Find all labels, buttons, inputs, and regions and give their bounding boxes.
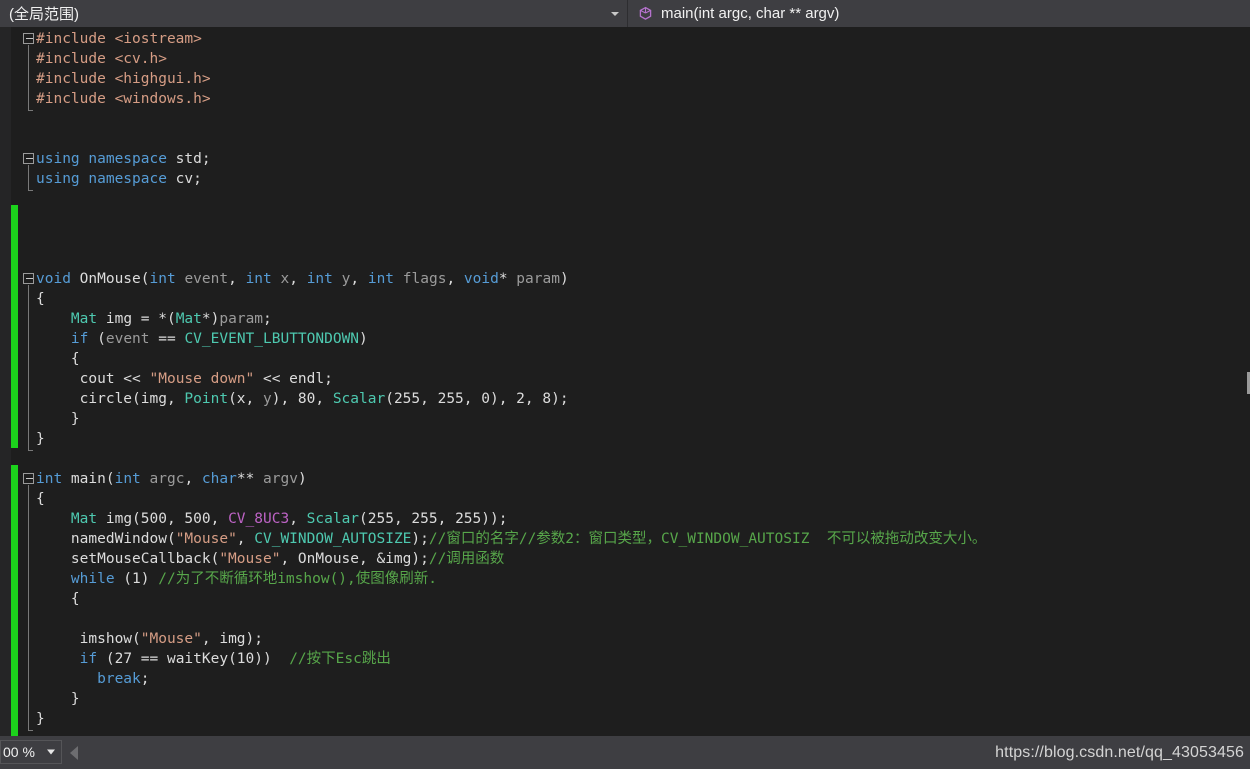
code-line[interactable] xyxy=(0,449,1250,469)
code-line[interactable]: if (27 == waitKey(10)) //按下Esc跳出 xyxy=(0,649,1250,669)
code-line-text: Mat img(500, 500, CV_8UC3, Scalar(255, 2… xyxy=(70,511,508,527)
code-line[interactable]: void OnMouse(int event, int x, int y, in… xyxy=(0,269,1250,289)
code-line[interactable]: namedWindow("Mouse", CV_WINDOW_AUTOSIZE)… xyxy=(0,529,1250,549)
code-line[interactable] xyxy=(0,249,1250,269)
code-line[interactable]: if (event == CV_EVENT_LBUTTONDOWN) xyxy=(0,329,1250,349)
code-line[interactable]: } xyxy=(0,709,1250,729)
code-line-text: } xyxy=(36,431,45,447)
code-line-text: } xyxy=(36,411,80,427)
scroll-left-arrow-icon[interactable] xyxy=(70,745,78,760)
code-line-text: break; xyxy=(97,671,150,687)
code-line-text: while (1) //为了不断循环地imshow(),使图像刷新. xyxy=(70,571,437,587)
method-member-icon xyxy=(638,6,653,21)
code-line-text: namedWindow("Mouse", CV_WINDOW_AUTOSIZE)… xyxy=(36,531,987,547)
code-line[interactable]: while (1) //为了不断循环地imshow(),使图像刷新. xyxy=(0,569,1250,589)
code-line-text: { xyxy=(36,291,45,307)
zoom-level-dropdown[interactable]: 00 % xyxy=(0,740,62,764)
code-line[interactable] xyxy=(0,109,1250,129)
code-line-text: #include <cv.h> xyxy=(36,51,167,67)
code-line-text: { xyxy=(36,491,45,507)
code-line[interactable]: { xyxy=(0,589,1250,609)
code-line-text: int main(int argc, char** argv) xyxy=(36,471,307,487)
code-line[interactable]: } xyxy=(0,409,1250,429)
code-line-text: cout << "Mouse down" << endl; xyxy=(36,371,333,387)
code-line-text: imshow("Mouse", img); xyxy=(36,631,263,647)
code-line[interactable] xyxy=(0,229,1250,249)
watermark-url: https://blog.csdn.net/qq_43053456 xyxy=(995,743,1244,761)
code-line[interactable] xyxy=(0,209,1250,229)
code-line-text: using namespace std; xyxy=(36,151,211,167)
status-bar: 00 % https://blog.csdn.net/qq_43053456 xyxy=(0,736,1250,769)
code-line[interactable]: } xyxy=(0,429,1250,449)
code-line[interactable]: Mat img(500, 500, CV_8UC3, Scalar(255, 2… xyxy=(0,509,1250,529)
zoom-level-value: 00 % xyxy=(3,744,35,760)
scope-dropdown[interactable]: (全局范围) xyxy=(0,0,628,27)
code-line[interactable]: #include <highgui.h> xyxy=(0,69,1250,89)
member-dropdown[interactable]: main(int argc, char ** argv) xyxy=(628,0,1250,27)
scope-dropdown-value: (全局范围) xyxy=(9,6,79,23)
code-line[interactable]: { xyxy=(0,289,1250,309)
code-line[interactable]: #include <iostream> xyxy=(0,29,1250,49)
code-line[interactable] xyxy=(0,129,1250,149)
code-line-text: using namespace cv; xyxy=(36,171,202,187)
code-line[interactable]: break; xyxy=(0,669,1250,689)
code-line[interactable]: Mat img = *(Mat*)param; xyxy=(0,309,1250,329)
code-line[interactable]: setMouseCallback("Mouse", OnMouse, &img)… xyxy=(0,549,1250,569)
code-line-text: { xyxy=(36,351,80,367)
code-line-text: } xyxy=(36,711,45,727)
code-line[interactable]: circle(img, Point(x, y), 80, Scalar(255,… xyxy=(0,389,1250,409)
code-line[interactable]: imshow("Mouse", img); xyxy=(0,629,1250,649)
code-line-text: #include <windows.h> xyxy=(36,91,211,107)
code-editor[interactable]: #include <iostream> #include <cv.h> #inclu… xyxy=(0,27,1250,736)
code-line[interactable]: { xyxy=(0,349,1250,369)
code-line-text: } xyxy=(36,691,80,707)
code-line[interactable]: { xyxy=(0,489,1250,509)
code-line-text: circle(img, Point(x, y), 80, Scalar(255,… xyxy=(36,391,569,407)
code-line-text: #include <highgui.h> xyxy=(36,71,211,87)
code-line-text: setMouseCallback("Mouse", OnMouse, &img)… xyxy=(36,551,505,567)
code-line-text: { xyxy=(36,591,80,607)
code-line[interactable]: } xyxy=(0,689,1250,709)
code-line[interactable]: #include <windows.h> xyxy=(0,89,1250,109)
code-line-text: void OnMouse(int event, int x, int y, in… xyxy=(36,271,569,287)
chevron-down-icon[interactable] xyxy=(611,11,619,16)
code-line[interactable]: #include <cv.h> xyxy=(0,49,1250,69)
visual-studio-editor-window: (全局范围) main(int argc, char ** argv) #inc… xyxy=(0,0,1250,769)
code-line-text: if (event == CV_EVENT_LBUTTONDOWN) xyxy=(70,331,368,347)
code-line-text: if (27 == waitKey(10)) //按下Esc跳出 xyxy=(79,651,391,667)
code-line-text: Mat img = *(Mat*)param; xyxy=(70,311,272,327)
member-dropdown-value: main(int argc, char ** argv) xyxy=(661,5,840,22)
code-line[interactable] xyxy=(0,609,1250,629)
code-line[interactable]: int main(int argc, char** argv) xyxy=(0,469,1250,489)
code-line[interactable] xyxy=(0,189,1250,209)
code-line[interactable]: cout << "Mouse down" << endl; xyxy=(0,369,1250,389)
chevron-down-icon[interactable] xyxy=(47,749,55,755)
code-line[interactable]: using namespace cv; xyxy=(0,169,1250,189)
code-line-text: #include <iostream> xyxy=(36,31,202,47)
code-line[interactable]: using namespace std; xyxy=(0,149,1250,169)
navigation-bar: (全局范围) main(int argc, char ** argv) xyxy=(0,0,1250,28)
